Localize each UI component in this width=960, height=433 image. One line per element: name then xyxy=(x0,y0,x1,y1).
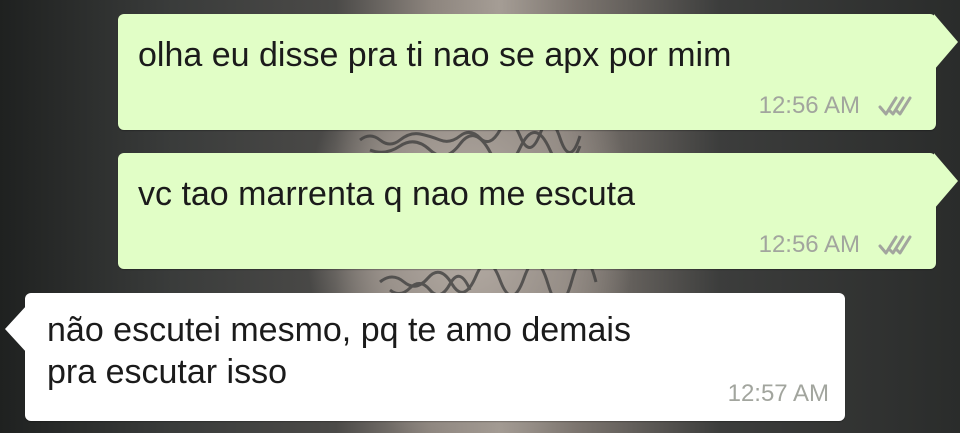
outgoing-message-bubble[interactable]: olha eu disse pra ti nao se apx por mim … xyxy=(118,14,958,130)
double-check-icon xyxy=(878,96,912,116)
outgoing-message-bubble[interactable]: vc tao marrenta q nao me escuta 12:56 AM xyxy=(118,153,958,269)
message-timestamp: 12:57 AM xyxy=(727,380,829,407)
message-text: vc tao marrenta q nao me escuta xyxy=(138,175,636,213)
incoming-message-bubble[interactable]: não escutei mesmo, pq te amo demais pra … xyxy=(5,293,845,421)
double-check-icon xyxy=(878,235,912,255)
message-text: olha eu disse pra ti nao se apx por mim xyxy=(138,36,732,74)
bubble-tail xyxy=(934,14,958,70)
message-text: não escutei mesmo, pq te amo demais pra … xyxy=(47,311,631,391)
message-timestamp: 12:56 AM xyxy=(758,92,860,119)
bubble-tail xyxy=(5,305,27,353)
bubble-tail xyxy=(934,153,958,209)
message-timestamp: 12:56 AM xyxy=(758,231,860,258)
